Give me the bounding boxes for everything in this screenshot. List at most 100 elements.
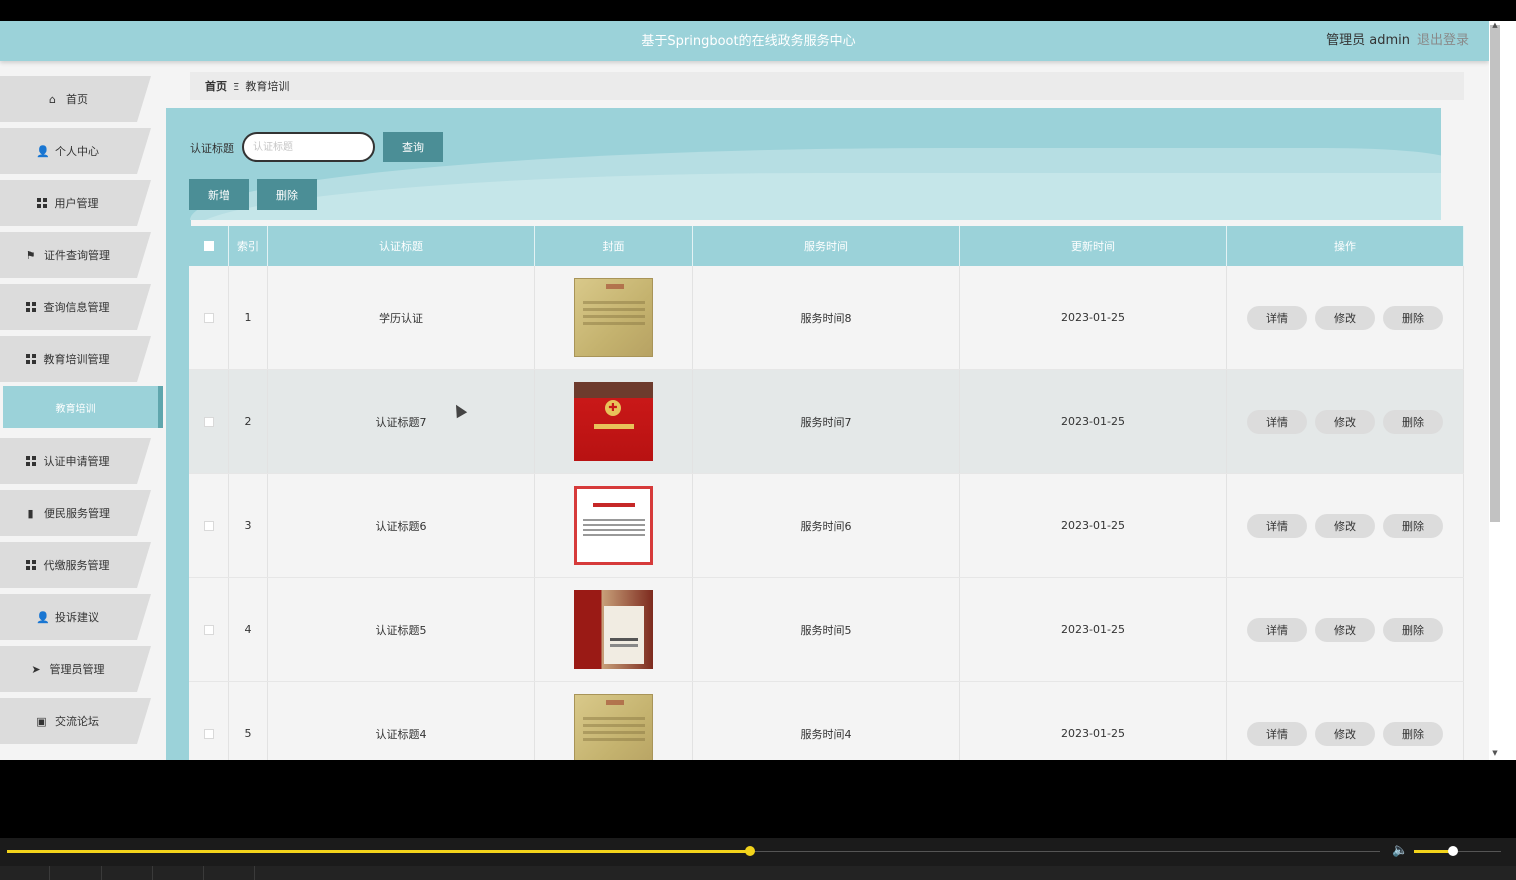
column-header: 认证标题 xyxy=(268,226,535,266)
column-header: 封面 xyxy=(535,226,693,266)
taskbar xyxy=(0,866,1516,880)
title-cell: 认证标题6 xyxy=(268,474,535,577)
table-row: 1 学历认证 服务时间8 2023-01-25 详情 修改 删除 xyxy=(189,266,1464,370)
scroll-up-arrow-icon[interactable]: ▲ xyxy=(1490,21,1500,29)
seek-handle[interactable] xyxy=(745,846,755,856)
cover-cell xyxy=(535,370,693,473)
title-cell: 认证标题5 xyxy=(268,578,535,681)
column-header: 更新时间 xyxy=(960,226,1227,266)
sidebar-item[interactable]: 教育培训管理 xyxy=(0,336,166,382)
delete-button[interactable]: 删除 xyxy=(1383,617,1443,642)
sidebar-item-label: 查询信息管理 xyxy=(43,301,110,314)
index-cell: 5 xyxy=(229,682,268,760)
cover-cell xyxy=(535,474,693,577)
column-header: 索引 xyxy=(229,226,268,266)
taskbar-divider xyxy=(254,866,255,880)
select-all-checkbox[interactable] xyxy=(203,241,214,251)
breadcrumb-home[interactable]: 首页 xyxy=(205,80,227,93)
cover-image xyxy=(574,382,653,461)
sidebar-item[interactable]: ▣ 交流论坛 xyxy=(0,698,166,744)
sidebar-item[interactable]: ⚑ 证件查询管理 xyxy=(0,232,166,278)
updated-time-cell: 2023-01-25 xyxy=(960,474,1227,577)
edit-button[interactable]: 修改 xyxy=(1315,617,1375,642)
cover-image xyxy=(574,278,653,357)
volume-icon[interactable]: 🔈 xyxy=(1392,843,1408,858)
edit-button[interactable]: 修改 xyxy=(1315,409,1375,434)
sidebar-item[interactable]: ▮ 便民服务管理 xyxy=(0,490,166,536)
updated-time-cell: 2023-01-25 xyxy=(960,370,1227,473)
grid-icon xyxy=(25,560,36,570)
sidebar-item[interactable]: ➤ 管理员管理 xyxy=(0,646,166,692)
taskbar-divider xyxy=(49,866,50,880)
add-button[interactable]: 新增 xyxy=(189,179,249,210)
row-checkbox[interactable] xyxy=(203,624,214,635)
search-panel xyxy=(166,108,1441,220)
sidebar-item[interactable]: 认证申请管理 xyxy=(0,438,166,484)
bar-chart-icon: ▮ xyxy=(27,506,34,520)
sidebar-item-label: 投诉建议 xyxy=(55,611,99,624)
delete-button[interactable]: 删除 xyxy=(1383,721,1443,746)
top-bar: 基于Springboot的在线政务服务中心 管理员 admin 退出登录 xyxy=(0,21,1489,61)
sidebar-item[interactable]: 👤 投诉建议 xyxy=(0,594,166,640)
index-cell: 3 xyxy=(229,474,268,577)
sidebar-item[interactable]: 代缴服务管理 xyxy=(0,542,166,588)
sidebar-item-label: 代缴服务管理 xyxy=(43,559,110,572)
sidebar-item-label: 用户管理 xyxy=(54,197,99,210)
home-icon: ⌂ xyxy=(49,92,56,106)
row-checkbox[interactable] xyxy=(203,520,214,531)
updated-time-cell: 2023-01-25 xyxy=(960,578,1227,681)
grid-icon xyxy=(25,354,36,364)
edit-button[interactable]: 修改 xyxy=(1315,513,1375,538)
row-checkbox[interactable] xyxy=(203,312,214,323)
sidebar-subitem-active[interactable]: 教育培训 xyxy=(3,386,163,428)
detail-button[interactable]: 详情 xyxy=(1247,721,1307,746)
table-row: 2认证标题7服务时间72023-01-25详情修改删除 xyxy=(189,370,1464,474)
scroll-down-arrow-icon[interactable]: ▼ xyxy=(1490,749,1500,757)
column-header: 服务时间 xyxy=(693,226,960,266)
cover-image xyxy=(574,590,653,669)
seek-track[interactable] xyxy=(750,851,1380,852)
sidebar-item-label: 便民服务管理 xyxy=(44,507,110,520)
search-label: 认证标题 xyxy=(190,142,234,155)
cover-cell xyxy=(535,682,693,760)
delete-button[interactable]: 删除 xyxy=(1383,305,1443,330)
title-cell: 认证标题7 xyxy=(268,370,535,473)
sidebar-item[interactable]: 查询信息管理 xyxy=(0,284,166,330)
admin-label: 管理员 admin xyxy=(1326,33,1410,48)
search-input[interactable] xyxy=(242,132,375,162)
sidebar-item[interactable]: ⌂ 首页 xyxy=(0,76,166,122)
sidebar-item[interactable]: 👤 个人中心 xyxy=(0,128,166,174)
detail-button[interactable]: 详情 xyxy=(1247,513,1307,538)
sidebar-item-label: 个人中心 xyxy=(55,145,99,158)
browser-viewport: 基于Springboot的在线政务服务中心 管理员 admin 退出登录 ⌂ 首页… xyxy=(0,21,1489,760)
service-time-cell: 服务时间6 xyxy=(693,474,960,577)
search-button[interactable]: 查询 xyxy=(383,132,443,162)
row-checkbox[interactable] xyxy=(203,416,214,427)
delete-button[interactable]: 删除 xyxy=(1383,513,1443,538)
edit-button[interactable]: 修改 xyxy=(1315,721,1375,746)
index-cell: 4 xyxy=(229,578,268,681)
service-time-cell: 服务时间8 xyxy=(693,266,960,369)
grid-icon xyxy=(36,198,47,208)
row-checkbox-cell xyxy=(189,370,229,473)
row-checkbox-cell xyxy=(189,578,229,681)
row-checkbox[interactable] xyxy=(203,728,214,739)
volume-handle[interactable] xyxy=(1448,846,1458,856)
edit-button[interactable]: 修改 xyxy=(1315,305,1375,330)
batch-delete-button[interactable]: 删除 xyxy=(257,179,317,210)
sidebar-item[interactable]: 用户管理 xyxy=(0,180,166,226)
logout-link[interactable]: 退出登录 xyxy=(1417,29,1469,48)
breadcrumb: 首页 Ξ 教育培训 xyxy=(190,72,1464,100)
detail-button[interactable]: 详情 xyxy=(1247,305,1307,330)
detail-button[interactable]: 详情 xyxy=(1247,617,1307,642)
row-checkbox-cell xyxy=(189,474,229,577)
detail-button[interactable]: 详情 xyxy=(1247,409,1307,434)
volume-track[interactable] xyxy=(1453,851,1501,852)
sidebar-item-label: 证件查询管理 xyxy=(44,249,110,262)
delete-button[interactable]: 删除 xyxy=(1383,409,1443,434)
actions-cell: 详情 修改 删除 xyxy=(1227,370,1464,473)
table-row: 3 认证标题6 服务时间6 2023-01-25 详情 修改 删除 xyxy=(189,474,1464,578)
seek-progress[interactable] xyxy=(7,850,750,853)
select-all-checkbox-cell xyxy=(189,226,229,266)
scrollbar-thumb[interactable] xyxy=(1490,25,1500,522)
